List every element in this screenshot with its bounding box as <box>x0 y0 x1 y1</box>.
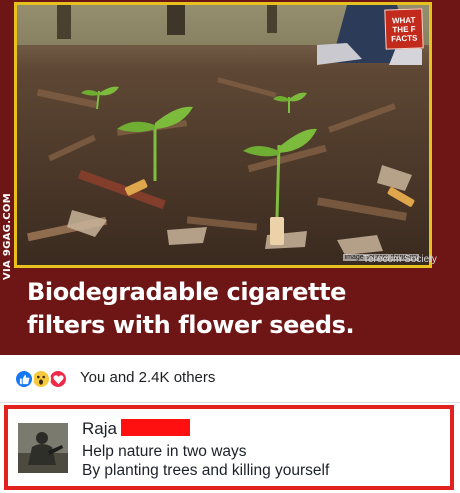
redaction-bar <box>121 419 190 436</box>
comment-line-1: Help nature in two ways <box>82 443 247 460</box>
headline-line-2: filters with flower seeds. <box>27 311 355 339</box>
love-icon <box>48 369 68 389</box>
meme-image: WHAT THE F FACTS image source: dzinetrip… <box>0 0 460 355</box>
side-watermark: VIA 9GAG.COM <box>2 193 13 280</box>
seedling-photo <box>17 5 429 265</box>
society-watermark: Terecom Society <box>363 254 437 265</box>
reaction-icons[interactable] <box>14 369 78 389</box>
wow-icon <box>31 369 51 389</box>
comment-text: Help nature in two ways By planting tree… <box>82 442 329 480</box>
avatar[interactable] <box>18 423 68 473</box>
reaction-count-text[interactable]: You and 2.4K others <box>80 369 215 386</box>
reactions-bar[interactable]: You and 2.4K others <box>0 355 460 403</box>
comment-line-2: By planting trees and killing yourself <box>82 462 330 479</box>
like-icon <box>14 369 34 389</box>
meme-headline: Biodegradable cigarette filters with flo… <box>27 276 447 342</box>
comment-highlight-box: Raja Help nature in two ways By planting… <box>4 405 454 490</box>
headline-line-1: Biodegradable cigarette <box>27 278 347 306</box>
photo-frame: WHAT THE F FACTS image source: dzinetrip <box>14 2 432 268</box>
what-the-facts-logo: WHAT THE F FACTS <box>384 8 424 50</box>
commenter-name[interactable]: Raja <box>82 419 117 439</box>
